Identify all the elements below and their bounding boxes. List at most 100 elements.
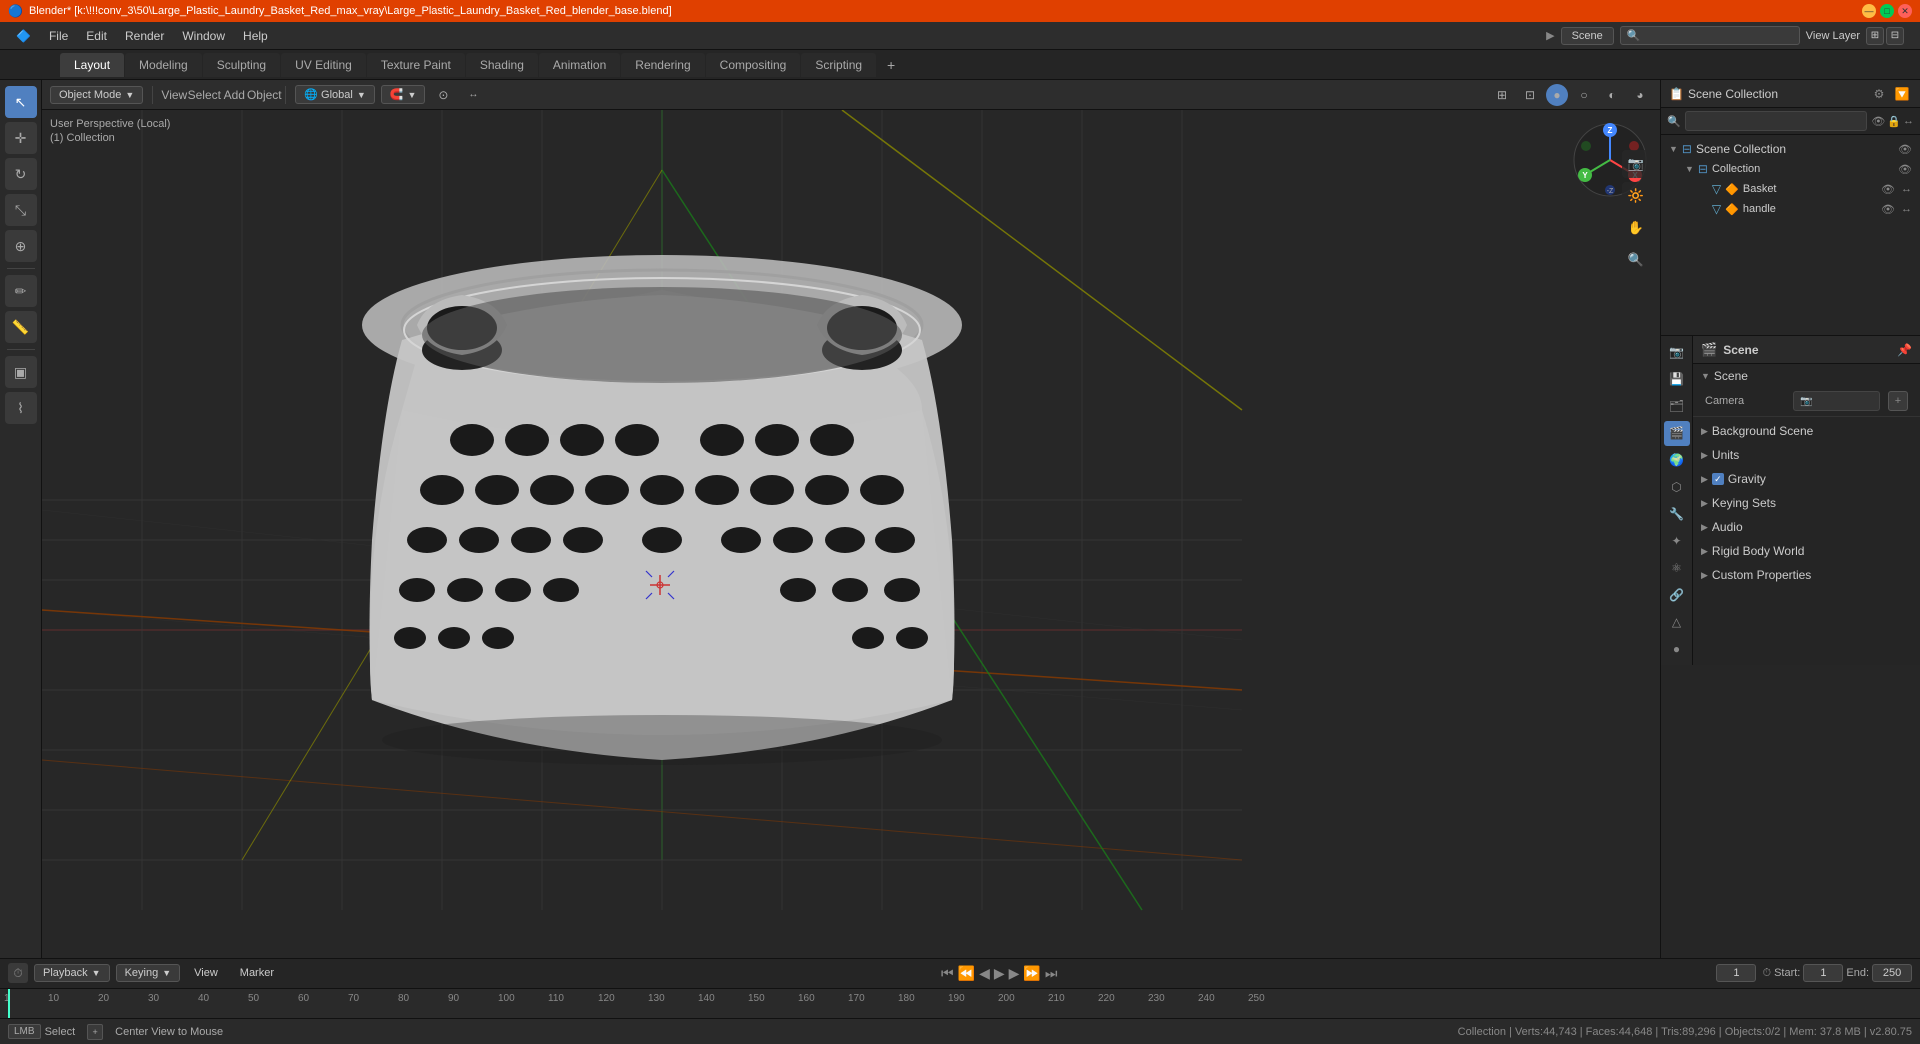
camera-value[interactable]: 📷	[1793, 391, 1880, 411]
object-menu[interactable]: Object	[252, 83, 276, 107]
bg-scene-section-header[interactable]: ▶ Background Scene	[1693, 419, 1920, 443]
transform-gizmo[interactable]: ↔	[461, 83, 485, 107]
collection-item[interactable]: ▼ ⊟ Collection 👁	[1681, 159, 1916, 179]
timeline-marker-menu[interactable]: Marker	[232, 965, 282, 981]
play-btn[interactable]: ▶	[994, 965, 1005, 982]
tool-move[interactable]: ✛	[5, 122, 37, 154]
jump-to-start-btn[interactable]: ⏮	[941, 965, 954, 982]
menu-edit[interactable]: Edit	[78, 26, 115, 46]
scene-section-header[interactable]: ▼ Scene	[1693, 364, 1920, 388]
search-viewport-btn[interactable]: 🔍	[1622, 246, 1650, 274]
outliner-toggle-1[interactable]: 👁	[1871, 115, 1885, 128]
tab-uv-editing[interactable]: UV Editing	[281, 53, 366, 77]
playback-dropdown[interactable]: Playback ▼	[34, 964, 110, 982]
constraints-props-btn[interactable]: 🔗	[1664, 582, 1690, 607]
scene-collection-item[interactable]: ▼ ⊟ Scene Collection 👁	[1665, 139, 1916, 159]
handle-visibility[interactable]: 👁	[1881, 203, 1895, 216]
render-props-btn[interactable]: 📷	[1664, 340, 1690, 365]
tool-add-curve[interactable]: ⌇	[5, 392, 37, 424]
rigid-body-world-header[interactable]: ▶ Rigid Body World	[1693, 539, 1920, 563]
end-frame-input[interactable]	[1872, 964, 1912, 982]
basket-visibility[interactable]: 👁	[1881, 183, 1895, 196]
modifier-props-btn[interactable]: 🔧	[1664, 502, 1690, 527]
rendered-preview[interactable]: ◕	[1628, 83, 1652, 107]
material-props-btn[interactable]: ●	[1664, 636, 1690, 661]
physics-props-btn[interactable]: ⚛	[1664, 555, 1690, 580]
timeline-ruler[interactable]: 1 10 20 30 40 50 60 70 80 90 100 110 120…	[0, 989, 1920, 1018]
render-btn[interactable]: 🔆	[1622, 182, 1650, 210]
handle-lock[interactable]: ↔	[1901, 203, 1912, 215]
scene-collection-visibility[interactable]: 👁	[1898, 143, 1912, 156]
outliner-filter-icon[interactable]: 🔽	[1892, 84, 1912, 104]
solid-shading[interactable]: ●	[1546, 84, 1568, 106]
tab-texture-paint[interactable]: Texture Paint	[367, 53, 465, 77]
object-mode-dropdown[interactable]: Object Mode ▼	[50, 86, 143, 104]
viewport-overlay[interactable]: ⊞	[1490, 83, 1514, 107]
outliner-toggle-3[interactable]: ↔	[1903, 115, 1914, 128]
output-props-btn[interactable]: 💾	[1664, 367, 1690, 392]
outliner-toggle-2[interactable]: 🔒	[1887, 115, 1901, 128]
particles-props-btn[interactable]: ✦	[1664, 528, 1690, 553]
basket-lock[interactable]: ↔	[1901, 183, 1912, 195]
tab-rendering[interactable]: Rendering	[621, 53, 704, 77]
wireframe-shading[interactable]: ○	[1572, 83, 1596, 107]
header-icon-1[interactable]: ⊞	[1866, 27, 1884, 45]
tool-annotate[interactable]: ✏	[5, 275, 37, 307]
menu-render[interactable]: Render	[117, 26, 172, 46]
menu-help[interactable]: Help	[235, 26, 276, 46]
hand-btn[interactable]: ✋	[1622, 214, 1650, 242]
camera-new-btn[interactable]: +	[1888, 391, 1908, 411]
outliner-search-input[interactable]	[1685, 111, 1868, 131]
gravity-section-header[interactable]: ▶ ✓ Gravity	[1693, 467, 1920, 491]
start-frame-input[interactable]	[1803, 964, 1843, 982]
current-frame-input[interactable]	[1716, 964, 1756, 982]
scene-props-btn[interactable]: 🎬	[1664, 421, 1690, 446]
tab-layout[interactable]: Layout	[60, 53, 124, 77]
custom-props-header[interactable]: ▶ Custom Properties	[1693, 563, 1920, 587]
units-section-header[interactable]: ▶ Units	[1693, 443, 1920, 467]
audio-section-header[interactable]: ▶ Audio	[1693, 515, 1920, 539]
minimize-button[interactable]: —	[1862, 4, 1876, 18]
world-props-btn[interactable]: 🌍	[1664, 448, 1690, 473]
snap-dropdown[interactable]: 🧲 ▼	[381, 85, 426, 104]
tab-modeling[interactable]: Modeling	[125, 53, 202, 77]
next-keyframe-btn[interactable]: ⏩	[1023, 965, 1040, 982]
viewport-canvas[interactable]: User Perspective (Local) (1) Collection …	[42, 110, 1660, 958]
material-preview[interactable]: ◐	[1600, 83, 1624, 107]
tool-measure[interactable]: 📏	[5, 311, 37, 343]
tool-rotate[interactable]: ↻	[5, 158, 37, 190]
tab-animation[interactable]: Animation	[539, 53, 620, 77]
maximize-button[interactable]: □	[1880, 4, 1894, 18]
data-props-btn[interactable]: △	[1664, 609, 1690, 634]
basket-item[interactable]: ▷ ▽ 🔶 Basket 👁 ↔	[1697, 179, 1916, 199]
scene-dropdown[interactable]: Scene	[1561, 27, 1614, 45]
view-layer-props-btn[interactable]: 🗂	[1664, 394, 1690, 419]
scene-props-pin[interactable]: 📌	[1897, 343, 1912, 357]
jump-to-end-btn[interactable]: ⏭	[1045, 965, 1058, 982]
menu-window[interactable]: Window	[174, 26, 233, 46]
outliner-filter[interactable]: ⚙	[1869, 84, 1889, 104]
tab-sculpting[interactable]: Sculpting	[203, 53, 280, 77]
camera-view-btn[interactable]: 📷	[1622, 150, 1650, 178]
view-menu[interactable]: View	[162, 83, 186, 107]
tool-transform[interactable]: ⊕	[5, 230, 37, 262]
collection-visibility[interactable]: 👁	[1898, 163, 1912, 176]
header-icon-2[interactable]: ⊟	[1886, 27, 1904, 45]
tool-add-cube[interactable]: ▣	[5, 356, 37, 388]
blender-logo[interactable]: 🔵	[8, 4, 23, 18]
timeline-view-menu[interactable]: View	[186, 965, 226, 981]
add-menu[interactable]: Add	[222, 83, 246, 107]
tab-scripting[interactable]: Scripting	[801, 53, 876, 77]
object-props-btn[interactable]: ⬡	[1664, 475, 1690, 500]
prev-keyframe-btn[interactable]: ⏪	[958, 965, 975, 982]
timeline-mode-btn[interactable]: ⏱	[8, 963, 28, 983]
handle-item[interactable]: ▷ ▽ 🔶 handle 👁 ↔	[1697, 199, 1916, 219]
tool-scale[interactable]: ⤡	[5, 194, 37, 226]
tab-shading[interactable]: Shading	[466, 53, 538, 77]
add-workspace-button[interactable]: +	[877, 52, 905, 78]
tab-compositing[interactable]: Compositing	[706, 53, 801, 77]
proportional-editing[interactable]: ⊙	[431, 83, 455, 107]
keying-dropdown[interactable]: Keying ▼	[116, 964, 181, 982]
viewport[interactable]: Object Mode ▼ View Select Add Object 🌐 G…	[42, 80, 1660, 958]
xray-toggle[interactable]: ⊡	[1518, 83, 1542, 107]
